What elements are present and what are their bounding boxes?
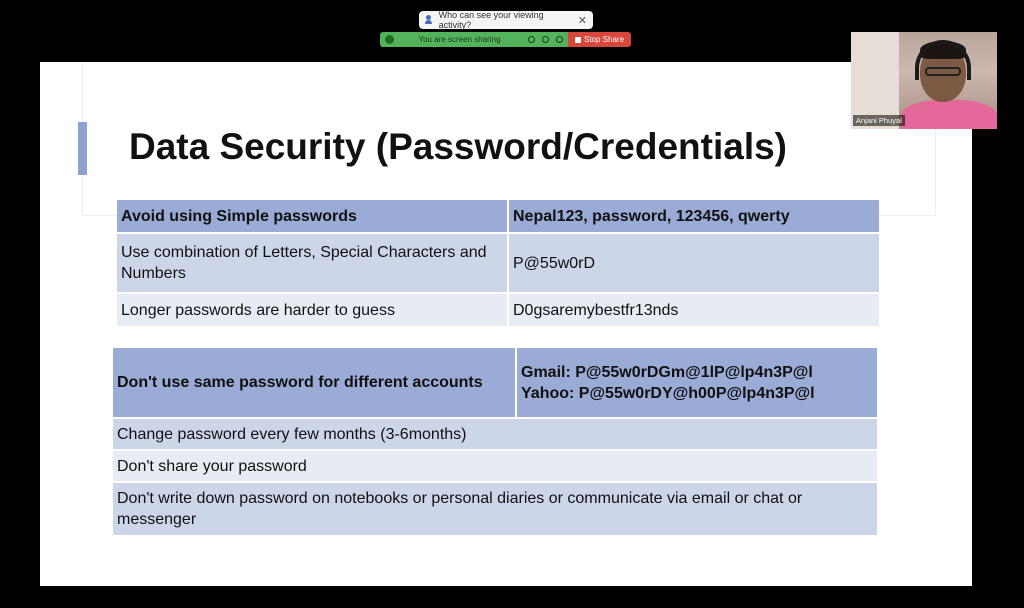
viewing-activity-text: Who can see your viewing activity? [438, 10, 544, 30]
table-cell: P@55w0rD [507, 234, 879, 292]
table-row: Longer passwords are harder to guess D0g… [117, 294, 879, 326]
table-row: Don't write down password on notebooks o… [113, 483, 877, 535]
sharing-status-text: You are screen sharing [418, 35, 501, 44]
participant-video[interactable]: Anjani Phuyal [851, 32, 997, 129]
screen-share-bar: You are screen sharing Stop Share [380, 32, 631, 47]
close-icon[interactable]: ✕ [578, 14, 587, 27]
yahoo-example: Yahoo: P@55w0rDY@h00P@lp4n3P@l [521, 384, 815, 402]
stop-icon [574, 36, 581, 43]
password-practices-table: Don't use same password for different ac… [113, 346, 877, 537]
video-figure-shirt [901, 100, 997, 129]
table-cell: Gmail: P@55w0rDGm@1lP@lp4n3P@l Yahoo: P@… [515, 348, 877, 417]
sharing-status-area[interactable]: You are screen sharing [380, 32, 568, 47]
table-row: Don't share your password [113, 451, 877, 481]
simple-password-table: Avoid using Simple passwords Nepal123, p… [117, 198, 879, 328]
shield-icon[interactable] [556, 36, 563, 43]
slide-title: Data Security (Password/Credentials) [129, 126, 787, 167]
table-cell: Don't use same password for different ac… [113, 348, 515, 417]
gmail-example: Gmail: P@55w0rDGm@1lP@lp4n3P@l [521, 363, 813, 381]
table-cell: Avoid using Simple passwords [117, 200, 507, 232]
table-header-row: Don't use same password for different ac… [113, 348, 877, 417]
stop-share-button[interactable]: Stop Share [568, 32, 631, 47]
table-cell: Change password every few months (3-6mon… [113, 419, 877, 449]
table-cell: Don't share your password [113, 451, 877, 481]
table-cell: Use combination of Letters, Special Char… [117, 234, 507, 292]
table-row: Change password every few months (3-6mon… [113, 419, 877, 449]
people-icon [425, 15, 435, 25]
table-cell: Nepal123, password, 123456, qwerty [507, 200, 879, 232]
microphone-icon[interactable] [528, 36, 535, 43]
table-cell: Longer passwords are harder to guess [117, 294, 507, 326]
table-header-row: Avoid using Simple passwords Nepal123, p… [117, 200, 879, 232]
title-accent-bar [78, 122, 87, 175]
cloud-icon[interactable] [542, 36, 549, 43]
table-cell: D0gsaremybestfr13nds [507, 294, 879, 326]
glasses-shape [925, 67, 961, 76]
shared-slide: Data Security (Password/Credentials) Avo… [40, 62, 972, 586]
participant-name: Anjani Phuyal [853, 115, 905, 126]
table-cell: Don't write down password on notebooks o… [113, 483, 877, 535]
table-row: Use combination of Letters, Special Char… [117, 234, 879, 292]
viewing-activity-pill[interactable]: Who can see your viewing activity? ✕ [419, 10, 593, 30]
share-control-icon[interactable] [385, 35, 394, 44]
stop-share-label: Stop Share [583, 35, 625, 44]
